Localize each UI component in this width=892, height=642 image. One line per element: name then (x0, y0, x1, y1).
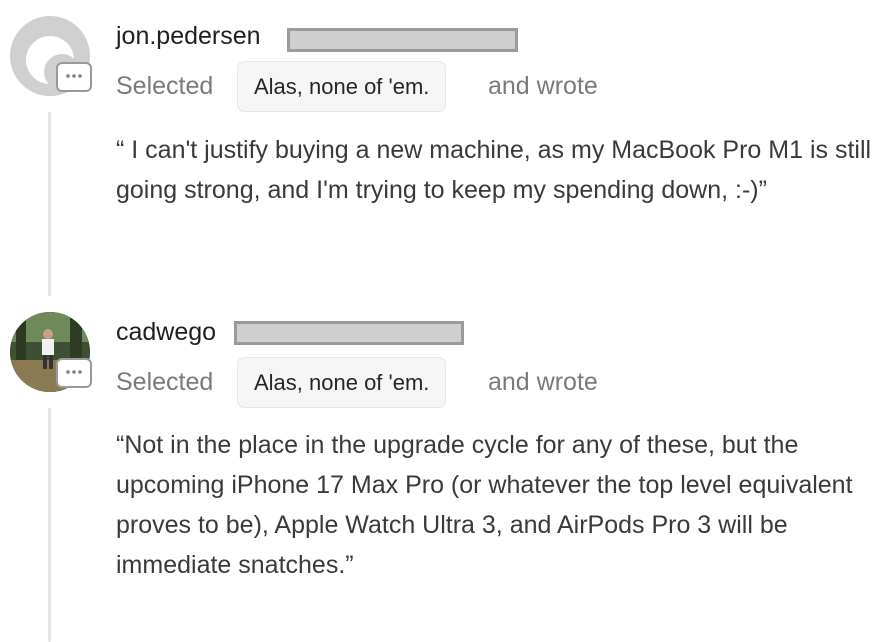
thread-line (48, 408, 51, 642)
wrote-label: and wrote (488, 72, 598, 100)
selected-label: Selected (116, 72, 214, 100)
redacted-name (234, 321, 464, 345)
wrote-label: and wrote (488, 368, 598, 396)
comment-icon (56, 358, 92, 388)
comment-text: “ I can't justify buying a new machine, … (116, 136, 872, 204)
choice-chip[interactable]: Alas, none of 'em. (237, 357, 447, 408)
comment-icon (56, 62, 92, 92)
redacted-name (287, 28, 518, 52)
thread-line (48, 112, 51, 296)
username[interactable]: cadwego (116, 318, 216, 347)
choice-chip[interactable]: Alas, none of 'em. (237, 61, 447, 112)
username[interactable]: jon.pedersen (116, 22, 261, 51)
comment-text: “Not in the place in the upgrade cycle f… (116, 431, 853, 579)
selected-label: Selected (116, 368, 214, 396)
